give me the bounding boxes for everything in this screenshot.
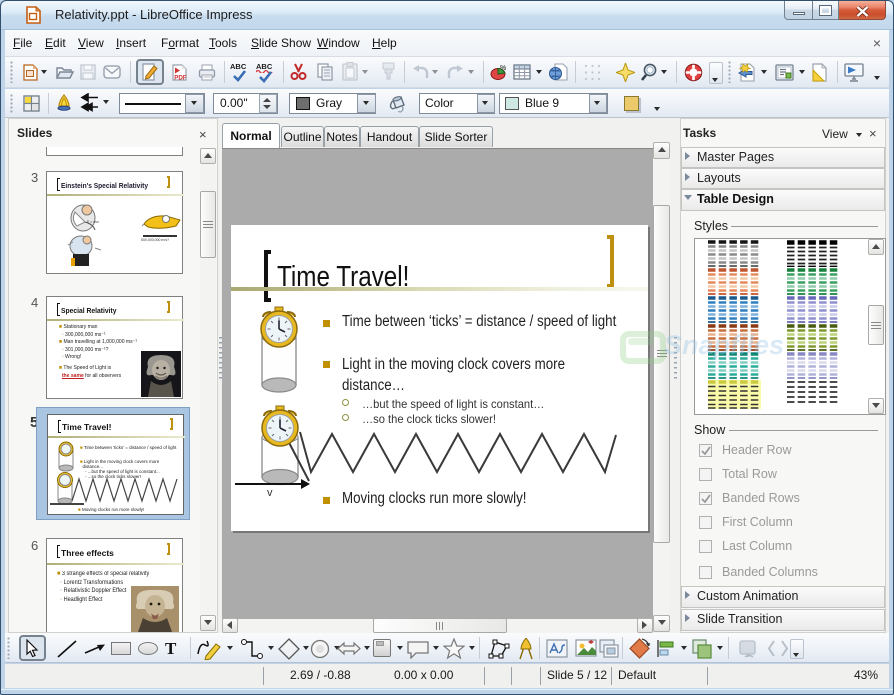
svg-text:%: % <box>500 65 507 72</box>
svg-text:PDF: PDF <box>174 75 187 82</box>
